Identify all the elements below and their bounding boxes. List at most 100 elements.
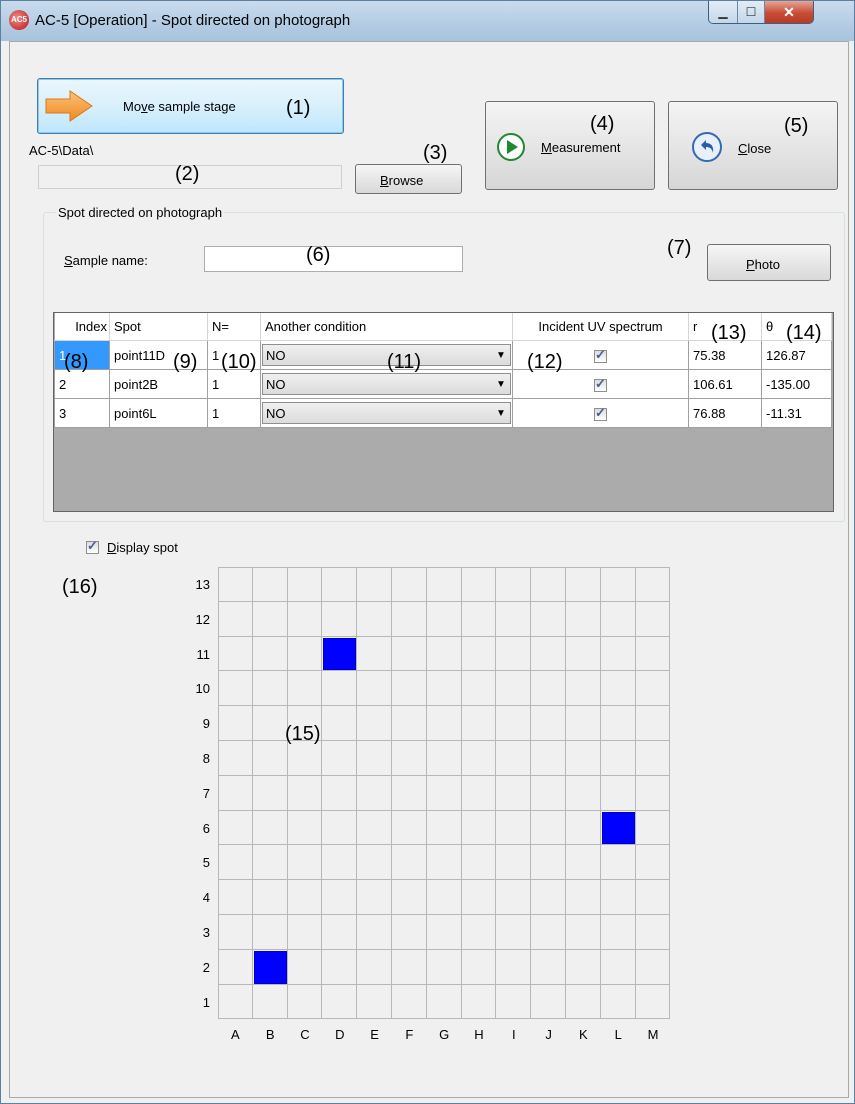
grid-cell[interactable] (600, 601, 636, 637)
photo-button[interactable]: Photo (707, 244, 831, 281)
grid-cell[interactable] (322, 915, 358, 950)
grid-cell[interactable] (357, 845, 392, 881)
grid-cell[interactable] (426, 671, 462, 707)
grid-cell[interactable] (287, 880, 323, 915)
grid-cell[interactable] (322, 949, 358, 985)
grid-cell[interactable] (357, 880, 392, 915)
dropdown-arrow-icon[interactable]: ▼ (492, 408, 510, 419)
column-header-spot[interactable]: Spot (109, 313, 208, 341)
cell-theta[interactable]: -135.00 (761, 369, 832, 399)
grid-cell[interactable] (218, 984, 253, 1020)
grid-cell[interactable] (218, 601, 253, 637)
grid-cell[interactable] (461, 636, 497, 672)
grid-cell[interactable] (426, 845, 462, 881)
grid-cell[interactable] (357, 671, 392, 707)
grid-cell[interactable] (287, 636, 323, 672)
grid-cell[interactable] (531, 845, 566, 881)
grid-cell[interactable] (426, 775, 462, 811)
grid-cell[interactable] (392, 915, 427, 950)
grid-cell[interactable] (287, 741, 323, 776)
grid-cell[interactable] (600, 949, 636, 985)
grid-cell[interactable] (531, 601, 566, 637)
grid-cell[interactable] (496, 984, 532, 1020)
grid-cell[interactable] (461, 984, 497, 1020)
grid-cell[interactable] (531, 810, 566, 846)
grid-cell[interactable] (600, 636, 636, 672)
grid-cell[interactable] (496, 706, 532, 741)
grid-cell[interactable] (531, 636, 566, 672)
grid-cell[interactable] (531, 741, 566, 776)
grid-cell[interactable] (357, 810, 392, 846)
grid-cell[interactable] (287, 915, 323, 950)
grid-cell[interactable] (496, 949, 532, 985)
grid-cell[interactable] (531, 880, 566, 915)
grid-cell[interactable] (635, 984, 671, 1020)
grid-cell[interactable] (218, 949, 253, 985)
grid-cell[interactable] (392, 741, 427, 776)
grid-cell[interactable] (600, 984, 636, 1020)
grid-cell[interactable] (635, 775, 671, 811)
grid-cell[interactable] (252, 775, 288, 811)
grid-cell[interactable] (218, 775, 253, 811)
grid-cell[interactable] (218, 915, 253, 950)
grid-cell[interactable] (531, 949, 566, 985)
grid-cell[interactable] (566, 567, 601, 602)
cell-uv[interactable] (512, 398, 689, 428)
grid-cell[interactable] (635, 741, 671, 776)
grid-cell[interactable] (566, 636, 601, 672)
grid-cell[interactable] (392, 845, 427, 881)
grid-cell[interactable] (287, 775, 323, 811)
grid-cell[interactable] (287, 984, 323, 1020)
grid-cell[interactable] (252, 915, 288, 950)
sample-name-input[interactable] (204, 246, 463, 272)
grid-cell[interactable] (322, 706, 358, 741)
uv-checkbox[interactable] (594, 347, 607, 363)
grid-cell[interactable] (496, 775, 532, 811)
grid-cell[interactable] (218, 810, 253, 846)
grid-cell[interactable] (357, 567, 392, 602)
condition-dropdown[interactable]: NO ▼ (262, 402, 511, 424)
grid-cell[interactable] (322, 984, 358, 1020)
grid-cell[interactable] (461, 880, 497, 915)
grid-cell[interactable] (566, 915, 601, 950)
grid-cell[interactable] (566, 810, 601, 846)
column-header-index[interactable]: Index (54, 313, 110, 341)
close-window-button[interactable]: ✕ (765, 1, 813, 23)
grid-cell[interactable] (461, 567, 497, 602)
grid-cell[interactable] (566, 775, 601, 811)
grid-cell[interactable] (635, 949, 671, 985)
grid-cell[interactable] (496, 671, 532, 707)
grid-cell[interactable] (461, 775, 497, 811)
dropdown-arrow-icon[interactable]: ▼ (492, 379, 510, 390)
grid-cell[interactable] (218, 880, 253, 915)
grid-cell[interactable] (635, 636, 671, 672)
grid-cell[interactable] (322, 880, 358, 915)
grid-cell[interactable] (357, 949, 392, 985)
grid-cell[interactable] (531, 984, 566, 1020)
grid-cell[interactable] (566, 949, 601, 985)
grid-cell[interactable] (392, 671, 427, 707)
grid-cell[interactable] (287, 601, 323, 637)
spot-marker[interactable] (253, 950, 287, 984)
grid-cell[interactable] (461, 601, 497, 637)
grid-cell[interactable] (496, 845, 532, 881)
grid-cell[interactable] (426, 706, 462, 741)
grid-cell[interactable] (600, 845, 636, 881)
dropdown-arrow-icon[interactable]: ▼ (492, 350, 510, 361)
table-row[interactable]: 2 point2B 1 NO▼ 106.61 -135.00 (54, 369, 832, 399)
grid-cell[interactable] (357, 741, 392, 776)
grid-cell[interactable] (357, 636, 392, 672)
grid-cell[interactable] (496, 601, 532, 637)
condition-dropdown[interactable]: NO ▼ (262, 373, 511, 395)
grid-cell[interactable] (531, 671, 566, 707)
grid-cell[interactable] (426, 984, 462, 1020)
grid-cell[interactable] (635, 671, 671, 707)
uv-checkbox[interactable] (594, 376, 607, 392)
grid-cell[interactable] (252, 984, 288, 1020)
spot-marker[interactable] (601, 811, 635, 845)
grid-cell[interactable] (287, 567, 323, 602)
grid-cell[interactable] (600, 567, 636, 602)
grid-cell[interactable] (426, 636, 462, 672)
grid-cell[interactable] (426, 880, 462, 915)
grid-cell[interactable] (600, 706, 636, 741)
